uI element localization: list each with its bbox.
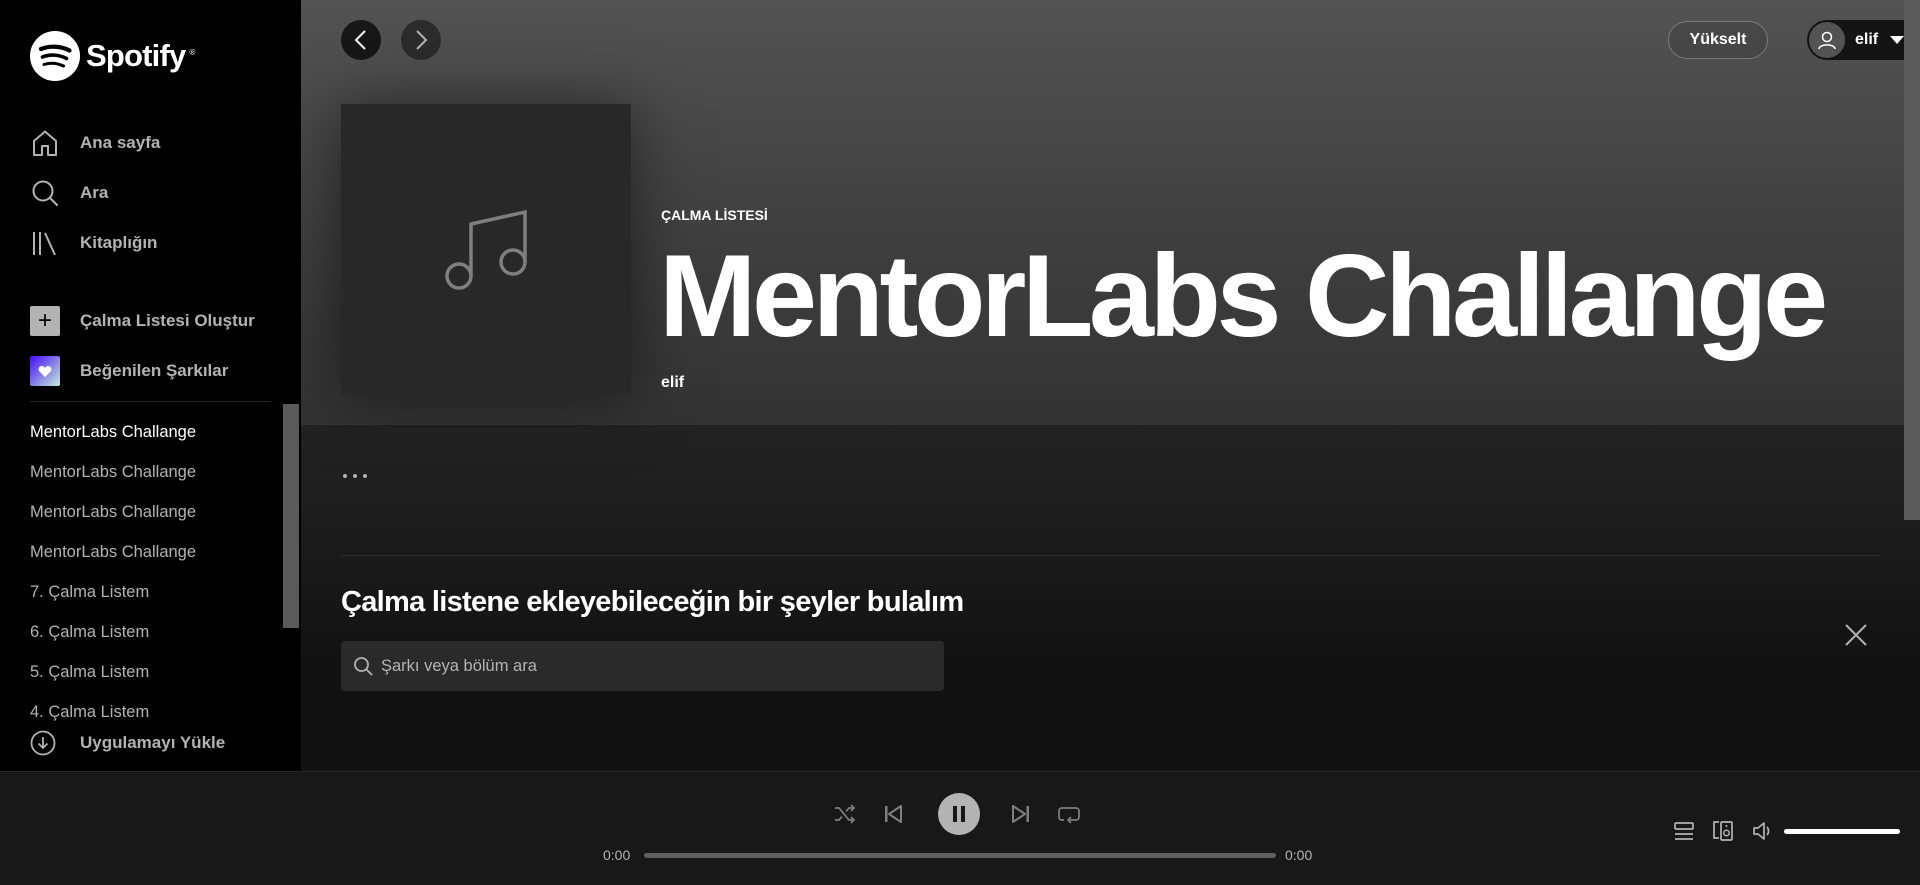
repeat-button[interactable] — [1054, 794, 1084, 834]
playlist-item[interactable]: 6. Çalma Listem — [30, 612, 280, 652]
volume-slider[interactable] — [1784, 829, 1900, 834]
playlist-item[interactable]: 7. Çalma Listem — [30, 572, 280, 612]
dot — [343, 474, 347, 478]
playlist-item[interactable]: MentorLabs Challange — [30, 412, 280, 452]
section-divider — [341, 555, 1881, 556]
current-time: 0:00 — [603, 847, 631, 863]
playlist-cover[interactable] — [341, 104, 631, 394]
home-icon — [30, 128, 60, 158]
playlist-item[interactable]: MentorLabs Challange — [30, 452, 280, 492]
playlist-item[interactable]: 5. Çalma Listem — [30, 652, 280, 692]
volume-button[interactable] — [1750, 818, 1776, 844]
heart-icon — [30, 356, 60, 386]
nav-item-library[interactable]: Kitaplığın — [30, 218, 280, 268]
sidebar: Spotify ® Ana sayfa Ara Kitaplığın + Çal… — [0, 0, 301, 771]
volume-icon — [1753, 822, 1770, 840]
chevron-right-icon — [416, 30, 428, 50]
playlist-type-label: ÇALMA LİSTESİ — [661, 207, 768, 223]
username: elif — [1855, 31, 1879, 48]
pause-icon — [953, 806, 965, 822]
more-options-button[interactable] — [343, 466, 367, 486]
top-bar: Yükselt elif — [341, 20, 1920, 60]
skip-back-icon — [885, 805, 902, 823]
find-songs-title: Çalma listene ekleyebileceğin bir şeyler… — [341, 586, 964, 618]
user-icon — [1809, 22, 1845, 58]
nav-item-search[interactable]: Ara — [30, 168, 280, 218]
chevron-left-icon — [354, 30, 366, 50]
shuffle-icon — [835, 804, 856, 824]
playlist-title[interactable]: MentorLabs Challange — [659, 232, 1828, 360]
back-button[interactable] — [341, 20, 381, 60]
upgrade-button[interactable]: Yükselt — [1668, 21, 1768, 59]
progress-bar[interactable] — [644, 853, 1276, 858]
connect-device-button[interactable] — [1710, 818, 1736, 844]
main-content: Yükselt elif ÇALMA LİSTESİ MentorLabs Ch… — [301, 0, 1920, 771]
close-button[interactable] — [1841, 620, 1871, 650]
playlist-item[interactable]: MentorLabs Challange — [30, 492, 280, 532]
caret-down-icon — [1890, 36, 1905, 44]
queue-button[interactable] — [1671, 818, 1697, 844]
header-shade — [301, 425, 1920, 665]
sidebar-scrollbar[interactable] — [283, 404, 299, 628]
liked-songs-label: Beğenilen Şarkılar — [80, 361, 229, 380]
create-playlist-button[interactable]: + Çalma Listesi Oluştur — [30, 296, 280, 346]
nav-item-home-label: Ana sayfa — [80, 133, 161, 152]
library-icon — [30, 228, 60, 258]
playlist-item[interactable]: MentorLabs Challange — [30, 532, 280, 572]
volume-fill — [1784, 829, 1900, 834]
search-icon — [30, 178, 60, 208]
plus-icon: + — [30, 306, 60, 336]
device-icon — [1713, 821, 1733, 841]
sidebar-divider — [30, 401, 271, 402]
main-scrollbar[interactable] — [1904, 0, 1920, 520]
playlist-owner[interactable]: elif — [661, 374, 684, 392]
nav-item-home[interactable]: Ana sayfa — [30, 118, 280, 168]
brand-reg-mark: ® — [189, 47, 196, 57]
liked-songs-button[interactable]: Beğenilen Şarkılar — [30, 346, 280, 396]
next-button[interactable] — [1006, 794, 1036, 834]
total-time: 0:00 — [1285, 847, 1313, 863]
skip-forward-icon — [1012, 805, 1029, 823]
playlist-item[interactable]: 4. Çalma Listem — [30, 692, 280, 724]
spotify-logo[interactable]: Spotify ® — [30, 31, 195, 81]
playback-controls — [830, 793, 1090, 835]
create-playlist-label: Çalma Listesi Oluştur — [80, 311, 255, 330]
repeat-icon — [1058, 807, 1080, 824]
playlist-list: MentorLabs Challange MentorLabs Challang… — [30, 412, 280, 724]
music-note-icon — [445, 209, 527, 290]
previous-button[interactable] — [878, 794, 908, 834]
install-app-label: Uygulamayı Yükle — [80, 733, 226, 752]
shuffle-button[interactable] — [830, 794, 860, 834]
song-search-box — [341, 641, 944, 691]
install-app-button[interactable]: Uygulamayı Yükle — [30, 730, 225, 756]
brand-name: Spotify — [86, 38, 186, 73]
forward-button[interactable] — [401, 20, 441, 60]
queue-icon — [1674, 822, 1694, 840]
main-nav: Ana sayfa Ara Kitaplığın — [30, 118, 280, 268]
nav-item-library-label: Kitaplığın — [80, 233, 158, 252]
spotify-logo-icon — [30, 31, 80, 81]
dot — [363, 474, 367, 478]
player-bar: 0:00 0:00 — [0, 771, 1920, 885]
dot — [353, 474, 357, 478]
pause-button[interactable] — [938, 793, 980, 835]
nav-item-search-label: Ara — [80, 183, 109, 202]
download-icon — [30, 730, 56, 756]
song-search-input[interactable] — [381, 656, 941, 676]
close-icon — [1845, 624, 1867, 646]
sidebar-actions: + Çalma Listesi Oluştur Beğenilen Şarkıl… — [30, 296, 280, 396]
search-icon — [354, 657, 373, 676]
